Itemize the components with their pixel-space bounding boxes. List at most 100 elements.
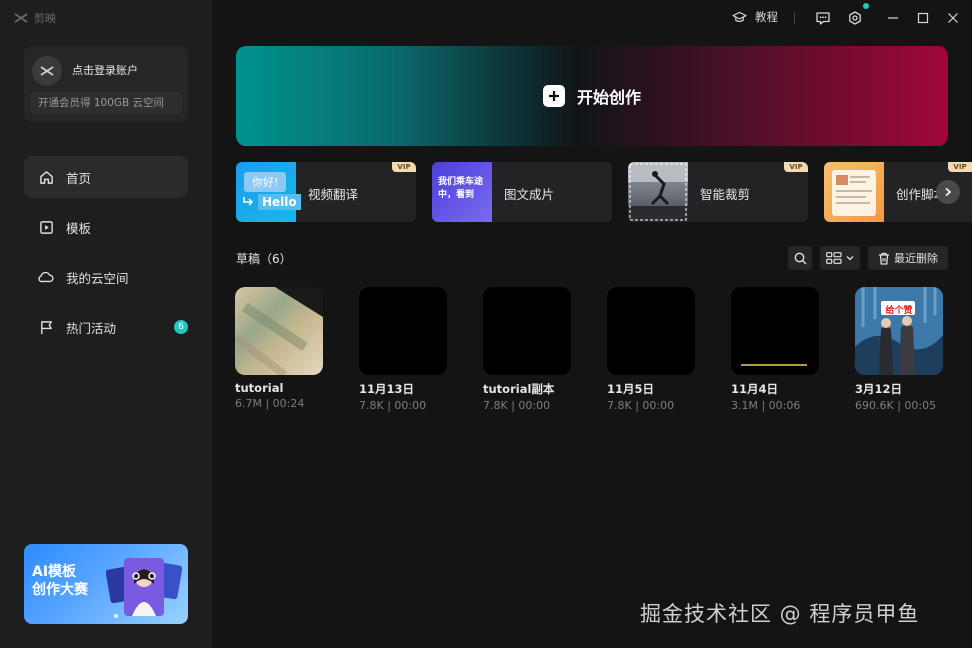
capcut-logo-icon bbox=[14, 13, 28, 23]
draft-item[interactable]: 11月13日 7.8K | 00:00 bbox=[359, 287, 449, 412]
draft-name: 11月5日 bbox=[607, 382, 655, 396]
draft-meta: 7.8K | 00:00 bbox=[607, 399, 675, 412]
feature-label: 智能裁剪 bbox=[700, 187, 751, 202]
subtitle-strip-icon bbox=[741, 364, 807, 366]
chevron-right-icon bbox=[945, 187, 952, 197]
maximize-button[interactable] bbox=[914, 9, 932, 27]
translate-thumb-text-bottom: Hello bbox=[258, 194, 301, 210]
titlebar-divider bbox=[794, 12, 795, 24]
app-logo: 剪映 bbox=[14, 10, 56, 26]
feature-text-to-video[interactable]: 我们乘车途中，看到 图文成片 bbox=[432, 162, 612, 222]
sidebar-item-label: 我的云空间 bbox=[66, 270, 129, 286]
draft-meta: 3.1M | 00:06 bbox=[731, 399, 801, 412]
draft-thumbnail: 给个赞 bbox=[855, 287, 943, 375]
draft-name: 3月12日 bbox=[855, 382, 903, 396]
sidebar-item-home[interactable]: 首页 bbox=[24, 156, 188, 198]
sidebar-item-label: 模板 bbox=[66, 220, 92, 236]
grid-view-icon bbox=[826, 252, 842, 264]
drafts-search-button[interactable] bbox=[788, 246, 812, 270]
features-next-button[interactable] bbox=[936, 180, 960, 204]
tutorial-label: 教程 bbox=[755, 10, 778, 24]
trash-icon bbox=[879, 252, 889, 265]
draft-item[interactable]: tutorial 6.7M | 00:24 bbox=[235, 287, 325, 410]
feedback-button[interactable] bbox=[814, 9, 832, 27]
promo-illustration-icon bbox=[106, 558, 182, 616]
sidebar-item-activity[interactable]: 热门活动 6 bbox=[24, 306, 188, 348]
recently-deleted-label: 最近删除 bbox=[894, 252, 938, 265]
draft-thumbnail bbox=[607, 287, 695, 375]
capcut-avatar-icon bbox=[40, 66, 54, 76]
search-icon bbox=[794, 252, 806, 264]
feature-label: 图文成片 bbox=[504, 187, 555, 202]
home-icon bbox=[38, 169, 54, 185]
maximize-icon bbox=[917, 12, 929, 24]
creative-script-thumbnail bbox=[824, 162, 884, 222]
draft-item[interactable]: 11月5日 7.8K | 00:00 bbox=[607, 287, 697, 412]
text-to-video-thumb-text: 我们乘车途中，看到 bbox=[438, 177, 484, 200]
draft-name: 11月4日 bbox=[731, 382, 779, 396]
draft-name: tutorial副本 bbox=[483, 382, 555, 396]
draft-thumbnail bbox=[359, 287, 447, 375]
draft-meta: 7.8K | 00:00 bbox=[359, 399, 427, 412]
settings-hexagon-icon bbox=[849, 11, 861, 25]
vip-offer[interactable]: 开通会员得 100GB 云空间 bbox=[30, 92, 182, 114]
draft-meta: 7.8K | 00:00 bbox=[483, 399, 551, 412]
draft-item[interactable]: 11月4日 3.1M | 00:06 bbox=[731, 287, 821, 412]
skateboarder-image-icon bbox=[628, 162, 688, 222]
flag-icon bbox=[38, 319, 54, 335]
minimize-icon bbox=[888, 17, 898, 19]
sidebar-item-label: 首页 bbox=[66, 170, 92, 186]
vip-tag: VIP bbox=[784, 162, 808, 172]
aquarium-photo-icon bbox=[855, 287, 943, 375]
avatar[interactable] bbox=[32, 56, 62, 86]
promo-page-dot bbox=[114, 614, 118, 618]
recently-deleted-button[interactable]: 最近删除 bbox=[868, 246, 948, 270]
graduation-cap-icon bbox=[732, 11, 747, 22]
sidebar: 剪映 点击登录账户 开通会员得 100GB 云空间 首页 模板 我的云空间 热门… bbox=[0, 0, 212, 648]
draft-meta: 6.7M | 00:24 bbox=[235, 397, 305, 410]
video-translate-thumbnail: 你好! Hello bbox=[236, 162, 301, 222]
smart-crop-thumbnail bbox=[628, 162, 688, 222]
start-creation-button[interactable]: 开始创作 bbox=[236, 46, 948, 146]
draft-item[interactable]: 给个赞 3月12日 690.6K | 00:05 bbox=[855, 287, 945, 412]
feature-label: 视频翻译 bbox=[308, 187, 359, 202]
activity-badge: 6 bbox=[174, 320, 188, 334]
draft-meta: 690.6K | 00:05 bbox=[855, 399, 937, 412]
settings-notification-dot bbox=[863, 3, 869, 9]
login-label[interactable]: 点击登录账户 bbox=[72, 62, 138, 78]
close-icon bbox=[948, 13, 958, 23]
draft-thumbnail bbox=[483, 287, 571, 375]
text-to-video-thumbnail: 我们乘车途中，看到 bbox=[432, 162, 492, 222]
tutorial-button[interactable]: 教程 bbox=[732, 9, 778, 25]
draft-item[interactable]: tutorial副本 7.8K | 00:00 bbox=[483, 287, 573, 412]
sidebar-item-label: 热门活动 bbox=[66, 320, 117, 336]
draft-name: 11月13日 bbox=[359, 382, 415, 396]
close-button[interactable] bbox=[944, 9, 962, 27]
vip-tag: VIP bbox=[392, 162, 416, 172]
sidebar-item-template[interactable]: 模板 bbox=[24, 206, 188, 248]
settings-button[interactable] bbox=[846, 9, 864, 27]
sidebar-item-cloud[interactable]: 我的云空间 bbox=[24, 256, 188, 298]
draft-name: tutorial bbox=[235, 381, 284, 395]
script-paper-icon bbox=[832, 170, 876, 216]
feature-smart-crop[interactable]: 智能裁剪 VIP bbox=[628, 162, 808, 222]
view-mode-button[interactable] bbox=[820, 246, 860, 270]
app-name: 剪映 bbox=[34, 12, 56, 25]
start-creation-label: 开始创作 bbox=[576, 88, 641, 107]
turn-arrow-icon bbox=[243, 197, 254, 206]
login-card[interactable]: 点击登录账户 开通会员得 100GB 云空间 bbox=[24, 46, 188, 122]
plus-icon bbox=[542, 85, 565, 107]
title-bar: 教程 bbox=[212, 0, 972, 36]
promo-banner[interactable]: AI模板 创作大赛 bbox=[24, 544, 188, 624]
thumb-sign-text: 给个赞 bbox=[885, 306, 913, 316]
template-icon bbox=[38, 219, 54, 235]
cloud-icon bbox=[38, 269, 54, 285]
chevron-down-icon bbox=[846, 256, 854, 261]
feedback-icon bbox=[816, 11, 830, 25]
drafts-title: 草稿（6） bbox=[236, 252, 292, 266]
draft-thumbnail bbox=[731, 287, 819, 375]
minimize-button[interactable] bbox=[884, 9, 902, 27]
feature-video-translate[interactable]: 你好! Hello 视频翻译 VIP bbox=[236, 162, 416, 222]
promo-title: AI模板 创作大赛 bbox=[32, 564, 88, 598]
sidebar-nav: 首页 模板 我的云空间 热门活动 6 bbox=[24, 156, 188, 356]
